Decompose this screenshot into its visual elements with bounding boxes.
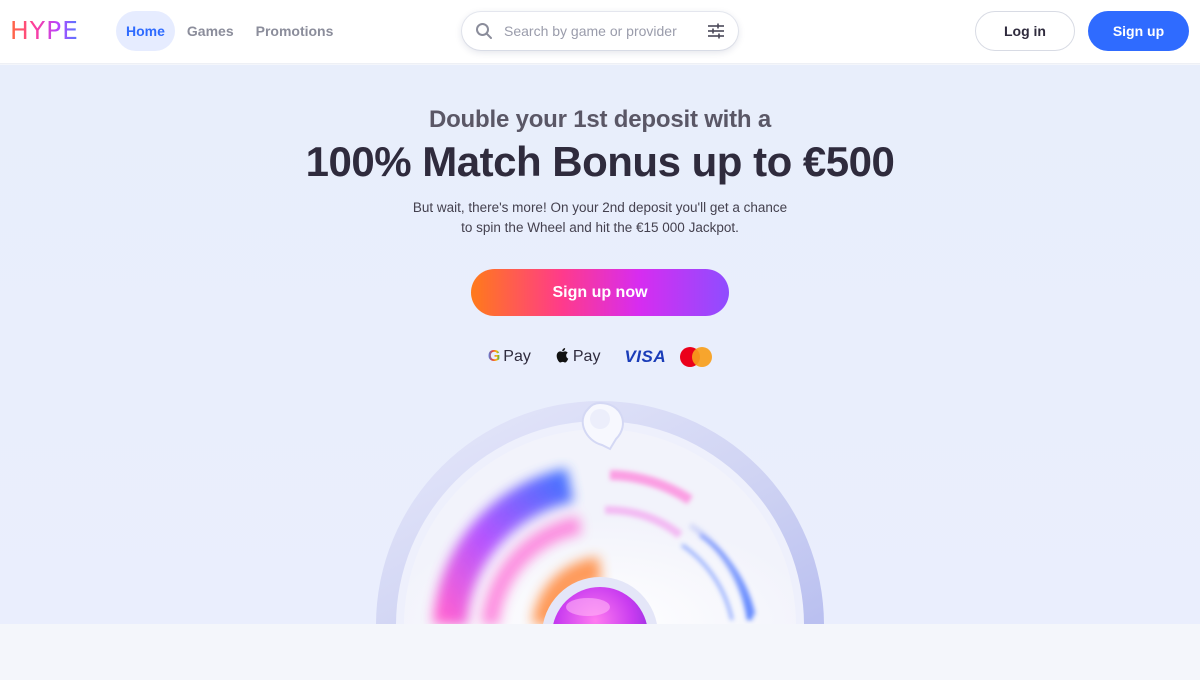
nav-games[interactable]: Games (177, 11, 244, 51)
apple-pay-text: Pay (572, 348, 601, 365)
google-pay-text: Pay (503, 348, 531, 365)
top-header: HYPE Home Games Promotions Log in Sign u… (0, 0, 1200, 64)
apple-pay-logo: Pay (555, 347, 601, 367)
hero-description-line-1: But wait, there's more! On your 2nd depo… (412, 200, 788, 215)
hero-banner: Double your 1st deposit with a 100% Matc… (0, 65, 1200, 624)
footer-strip (0, 624, 1200, 680)
hero-description: But wait, there's more! On your 2nd depo… (350, 198, 850, 238)
nav-promotions[interactable]: Promotions (246, 11, 344, 51)
filter-icon[interactable] (706, 21, 726, 41)
search-input[interactable] (504, 23, 704, 39)
google-pay-logo: G Pay (488, 348, 531, 366)
hero-title: 100% Match Bonus up to €500 (305, 138, 895, 185)
main-nav: Home Games Promotions (116, 11, 343, 51)
search-bar (462, 12, 738, 50)
payment-methods: G Pay Pay VISA (0, 344, 1200, 370)
signup-button[interactable]: Sign up (1088, 11, 1189, 51)
google-icon: G (487, 348, 501, 365)
nav-home[interactable]: Home (116, 11, 175, 51)
hype-logo[interactable]: HYPE (10, 16, 79, 45)
hero-subtitle: Double your 1st deposit with a (428, 106, 772, 133)
mastercard-circle-orange (692, 347, 713, 367)
visa-logo: VISA (624, 347, 667, 366)
hero-description-line-2: to spin the Wheel and hit the €15 000 Ja… (461, 220, 739, 235)
mastercard-icon (680, 347, 713, 367)
signup-now-button[interactable]: Sign up now (471, 269, 729, 316)
apple-icon (555, 347, 569, 367)
login-button[interactable]: Log in (975, 11, 1075, 51)
prize-wheel[interactable] (360, 395, 840, 624)
search-icon (474, 21, 494, 41)
